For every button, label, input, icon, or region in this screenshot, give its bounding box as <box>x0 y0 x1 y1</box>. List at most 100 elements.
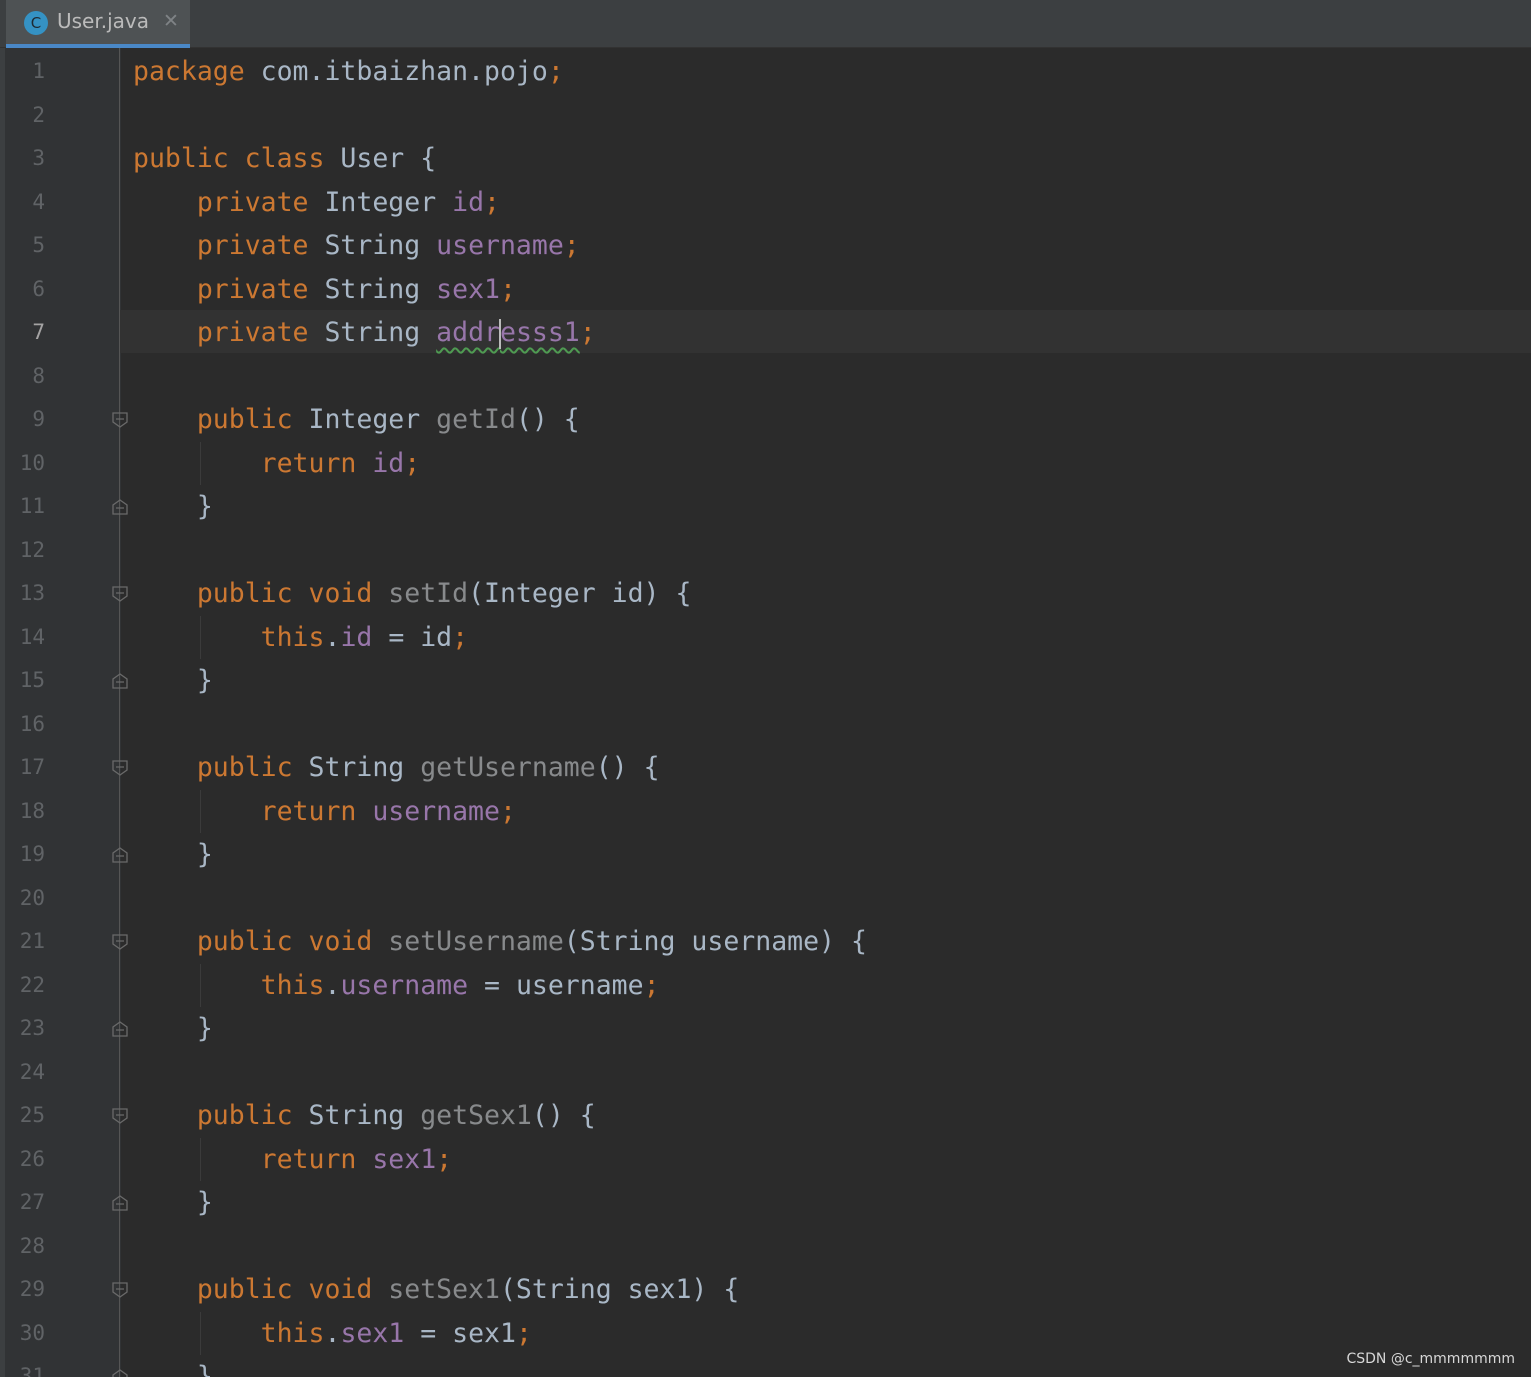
code-line[interactable]: private String sex1; <box>133 268 516 312</box>
line-number: 1 <box>32 59 45 83</box>
code-token: private <box>196 186 325 218</box>
code-token: getSex1 <box>420 1100 532 1131</box>
code-token: } <box>133 1187 213 1218</box>
code-line[interactable]: } <box>133 1007 213 1051</box>
code-token: sex1 <box>340 1317 405 1349</box>
watermark-text: CSDN @c_mmmmmmm <box>1346 1351 1515 1367</box>
code-token: getId <box>436 404 516 435</box>
fold-end-icon[interactable] <box>111 1368 129 1377</box>
code-token: sex1 <box>436 273 500 305</box>
code-token: ; <box>563 230 580 261</box>
fold-collapse-icon[interactable] <box>111 1281 129 1299</box>
line-number: 28 <box>19 1233 45 1258</box>
line-number: 26 <box>19 1146 45 1171</box>
line-number: 11 <box>19 494 45 518</box>
code-token: ; <box>484 186 500 218</box>
line-number: 22 <box>19 972 45 997</box>
code-line[interactable]: public String getUsername() { <box>133 746 660 790</box>
code-token: } <box>133 839 213 870</box>
code-editor[interactable]: 1 2 3 4 5 6 7 8 9 10 11 12 13 14 15 16 17 18 19 20 21 22 23 24 2… <box>5 48 1531 1377</box>
code-line[interactable]: return username; <box>133 790 516 834</box>
fold-end-icon[interactable] <box>111 1020 129 1038</box>
code-line[interactable]: } <box>133 1355 213 1377</box>
line-number: 29 <box>19 1277 45 1301</box>
code-line[interactable]: } <box>133 659 213 703</box>
code-line[interactable]: } <box>133 485 213 529</box>
line-number: 7 <box>32 320 45 344</box>
code-token: ; <box>499 795 516 827</box>
code-token: ; <box>436 1143 453 1175</box>
code-line[interactable]: public String getSex1() { <box>133 1094 596 1138</box>
code-token: private <box>196 317 325 348</box>
code-token: private <box>196 230 325 261</box>
fold-end-icon[interactable] <box>111 1194 129 1212</box>
code-line[interactable]: public void setSex1(String sex1) { <box>133 1268 739 1312</box>
code-line[interactable]: public void setUsername(String username)… <box>133 920 867 964</box>
close-icon[interactable]: ✕ <box>163 10 179 32</box>
code-token: public <box>196 1100 309 1131</box>
code-line[interactable]: return sex1; <box>133 1138 452 1182</box>
code-line[interactable]: this.id = id; <box>133 616 468 660</box>
code-token: = sex1 <box>404 1317 516 1349</box>
code-token: } <box>133 491 213 522</box>
code-token: setSex1 <box>388 1274 500 1305</box>
fold-collapse-icon[interactable] <box>111 933 129 951</box>
fold-end-icon[interactable] <box>111 846 129 864</box>
code-token: (Integer id) { <box>468 578 692 609</box>
gutter-divider <box>119 48 120 1377</box>
code-token: () { <box>595 752 660 783</box>
code-line[interactable]: public void setId(Integer id) { <box>133 572 692 616</box>
code-line[interactable]: public Integer getId() { <box>133 398 580 442</box>
code-token: (String username) { <box>563 926 867 957</box>
code-line[interactable]: } <box>133 1181 213 1225</box>
code-token: id <box>340 621 373 653</box>
code-line[interactable]: package com.itbaizhan.pojo; <box>133 50 564 94</box>
fold-collapse-icon[interactable] <box>111 411 129 429</box>
editor-tab-bar: C User.java ✕ <box>0 0 1531 48</box>
code-token: String <box>324 230 437 261</box>
code-token: sex1 <box>372 1143 437 1175</box>
code-token: username <box>436 230 564 261</box>
tab-user-java[interactable]: C User.java ✕ <box>6 0 190 48</box>
code-token: = username <box>468 969 644 1001</box>
code-token: . <box>324 621 341 653</box>
line-number: 25 <box>19 1103 45 1127</box>
code-line[interactable]: this.sex1 = sex1; <box>133 1312 532 1356</box>
line-number: 16 <box>19 711 45 736</box>
code-token: . <box>324 1317 341 1349</box>
code-token: . <box>324 969 341 1001</box>
fold-collapse-icon[interactable] <box>111 759 129 777</box>
code-line[interactable]: private String addresss1; <box>133 311 596 355</box>
line-number: 21 <box>19 929 45 953</box>
line-number: 4 <box>32 189 45 214</box>
code-line[interactable]: this.username = username; <box>133 964 660 1008</box>
code-token: String <box>308 752 421 783</box>
code-token: this <box>260 621 325 653</box>
code-token: this <box>260 1317 325 1349</box>
code-token: ; <box>547 56 564 87</box>
fold-end-icon[interactable] <box>111 672 129 690</box>
fold-end-icon[interactable] <box>111 498 129 516</box>
code-line[interactable]: private Integer id; <box>133 181 500 225</box>
code-token: addr <box>436 317 500 348</box>
code-line[interactable]: } <box>133 833 213 877</box>
line-number: 6 <box>32 276 45 301</box>
line-number: 12 <box>19 537 45 562</box>
fold-collapse-icon[interactable] <box>111 585 129 603</box>
code-line[interactable]: private String username; <box>133 224 580 268</box>
code-line[interactable]: public class User { <box>133 137 436 181</box>
line-number: 13 <box>19 581 45 605</box>
code-line[interactable]: return id; <box>133 442 421 486</box>
code-token: = id <box>372 621 453 653</box>
code-token: ; <box>515 1317 532 1349</box>
code-token: setId <box>388 578 469 609</box>
code-token: return <box>260 795 373 827</box>
fold-collapse-icon[interactable] <box>111 1107 129 1125</box>
